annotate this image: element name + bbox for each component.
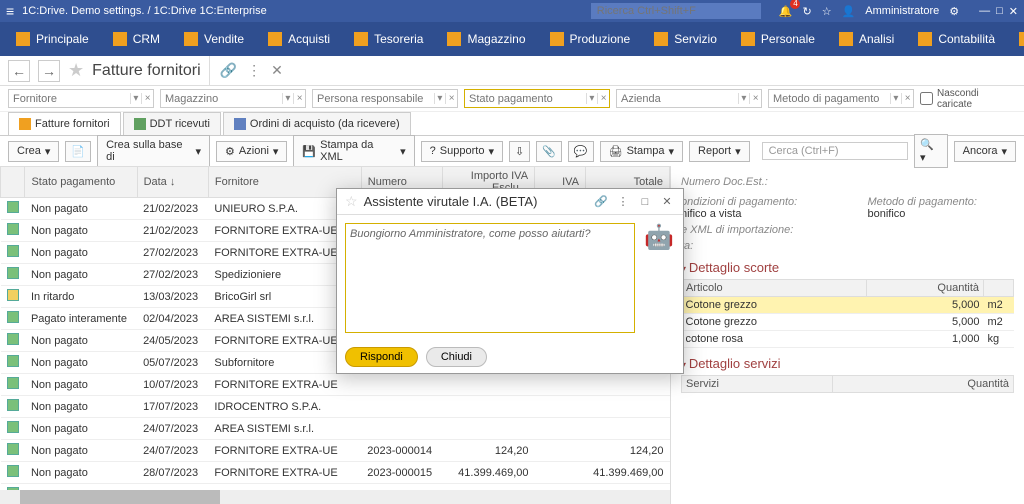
nav-item[interactable]: Contabilità [908, 28, 1005, 50]
actions-button[interactable]: ⚙ Azioni ▾ [216, 141, 287, 162]
table-row[interactable]: cotone rosa1,000kg [682, 331, 1014, 348]
grid-search-input[interactable]: Cerca (Ctrl+F) [762, 142, 908, 160]
back-button[interactable]: ← [8, 60, 30, 82]
favorite-star-icon[interactable]: ★ [68, 60, 84, 81]
chat-button[interactable]: 💬 [568, 141, 594, 162]
more-button[interactable]: Ancora ▾ [954, 141, 1016, 162]
close-icon[interactable]: ✕ [1009, 5, 1018, 18]
tab-orders[interactable]: Ordini di acquisto (da ricevere) [223, 112, 411, 135]
global-search-input[interactable] [591, 3, 761, 19]
page-close-icon[interactable]: ✕ [271, 62, 283, 79]
print-button[interactable]: 🖨 Stampa ▾ [600, 141, 683, 162]
close-button[interactable]: Chiudi [426, 347, 487, 367]
filter-supplier[interactable] [9, 91, 130, 107]
title-bar: ≡ 1C:Drive. Demo settings. / 1C:Drive 1C… [0, 0, 1024, 22]
dialog-menu-icon[interactable]: ⋮ [615, 195, 631, 208]
filter-warehouse[interactable] [161, 91, 282, 107]
stock-table[interactable]: ArticoloQuantità Cotone grezzo5,000m2Cot… [681, 279, 1014, 348]
history-icon[interactable]: ↻ [802, 5, 811, 18]
forward-button[interactable]: → [38, 60, 60, 82]
dropdown-icon[interactable]: ▾ [130, 93, 142, 104]
reply-button[interactable]: Rispondi [345, 347, 418, 367]
notifications-icon[interactable]: 🔔 [779, 5, 793, 18]
nav-item[interactable]: Principale [6, 28, 99, 50]
nav-item[interactable]: Vendite [174, 28, 254, 50]
filter-company[interactable] [617, 91, 738, 107]
hide-loaded-checkbox[interactable]: Nascondi caricate [920, 89, 1016, 108]
main-nav: PrincipaleCRMVenditeAcquistiTesoreriaMag… [0, 22, 1024, 56]
minimize-icon[interactable]: — [979, 5, 990, 18]
table-row[interactable]: Non pagato24/07/2023FORNITORE EXTRA-UE20… [1, 440, 670, 462]
dialog-title: Assistente virutale I.A. (BETA) [364, 194, 587, 209]
robot-icon: 🤖 [643, 223, 675, 333]
create-from-button[interactable]: Crea sulla base di▾ [97, 135, 210, 167]
dialog-favorite-icon[interactable]: ☆ [345, 193, 358, 210]
filter-payment-status[interactable] [465, 91, 586, 107]
copy-button[interactable]: 📄 [65, 141, 91, 162]
dialog-close-icon[interactable]: ✕ [659, 195, 675, 208]
ai-prompt-textarea[interactable]: Buongiorno Amministratore, come posso ai… [345, 223, 635, 333]
table-row[interactable]: Non pagato24/07/2023AREA SISTEMI s.r.l. [1, 418, 670, 440]
maximize-icon[interactable]: □ [996, 5, 1003, 18]
menu-icon[interactable]: ≡ [6, 3, 14, 19]
services-detail-heading[interactable]: Dettaglio servizi [681, 356, 1014, 371]
nav-item[interactable]: Produzione [540, 28, 641, 50]
table-row[interactable]: Cotone grezzo5,000m2 [682, 314, 1014, 331]
page-options-icon[interactable]: ⋮ [247, 62, 261, 79]
window-title: 1C:Drive. Demo settings. / 1C:Drive 1C:E… [22, 5, 267, 17]
table-row[interactable]: Non pagato17/07/2023IDROCENTRO S.P.A. [1, 396, 670, 418]
report-button[interactable]: Report ▾ [689, 141, 750, 162]
favorites-icon[interactable]: ☆ [822, 5, 832, 18]
settings-icon[interactable]: ⚙ [949, 5, 959, 18]
attach-button[interactable]: 📎 [536, 141, 562, 162]
services-table[interactable]: ServiziQuantità [681, 375, 1014, 393]
ai-assistant-dialog: ☆ Assistente virutale I.A. (BETA) 🔗 ⋮ □ … [336, 188, 684, 374]
nav-item[interactable]: Personale [731, 28, 825, 50]
search-button[interactable]: 🔍 ▾ [914, 134, 948, 168]
nav-item[interactable]: Tesoreria [344, 28, 433, 50]
tab-invoices[interactable]: Fatture fornitori [8, 112, 121, 135]
clear-icon[interactable]: × [141, 93, 153, 104]
dialog-maximize-icon[interactable]: □ [637, 196, 653, 208]
support-button[interactable]: ? Supporto ▾ [421, 141, 503, 162]
export-button[interactable]: ⇩ [509, 141, 530, 162]
nav-item[interactable]: Acquisti [258, 28, 340, 50]
table-row[interactable]: Non pagato10/07/2023FORNITORE EXTRA-UE [1, 374, 670, 396]
tab-ddt[interactable]: DDT ricevuti [123, 112, 221, 135]
horizontal-scrollbar[interactable] [0, 490, 670, 504]
nav-item[interactable]: Magazzino [437, 28, 535, 50]
page-title: Fatture fornitori [92, 62, 200, 80]
create-button[interactable]: Crea▾ [8, 141, 59, 162]
stock-detail-heading[interactable]: Dettaglio scorte [681, 260, 1014, 275]
dialog-link-icon[interactable]: 🔗 [593, 195, 609, 208]
filter-responsible[interactable] [313, 91, 434, 107]
filter-payment-method[interactable] [769, 91, 890, 107]
nav-item[interactable]: Analisi [829, 28, 904, 50]
user-name[interactable]: Amministratore [865, 5, 939, 17]
link-icon[interactable]: 🔗 [220, 62, 237, 79]
save-xml-button[interactable]: 💾 Stampa da XML ▾ [293, 135, 414, 167]
table-row[interactable]: Non pagato28/07/2023FORNITORE EXTRA-UE20… [1, 462, 670, 484]
user-icon[interactable]: 👤 [842, 5, 856, 18]
nav-item[interactable]: Servizio [644, 28, 727, 50]
table-row[interactable]: Cotone grezzo5,000m2 [682, 297, 1014, 314]
doc-number-label: Numero Doc.Est.: [681, 176, 1014, 188]
nav-item[interactable]: CRM [103, 28, 170, 50]
nav-item[interactable]: Azienda [1009, 28, 1024, 50]
